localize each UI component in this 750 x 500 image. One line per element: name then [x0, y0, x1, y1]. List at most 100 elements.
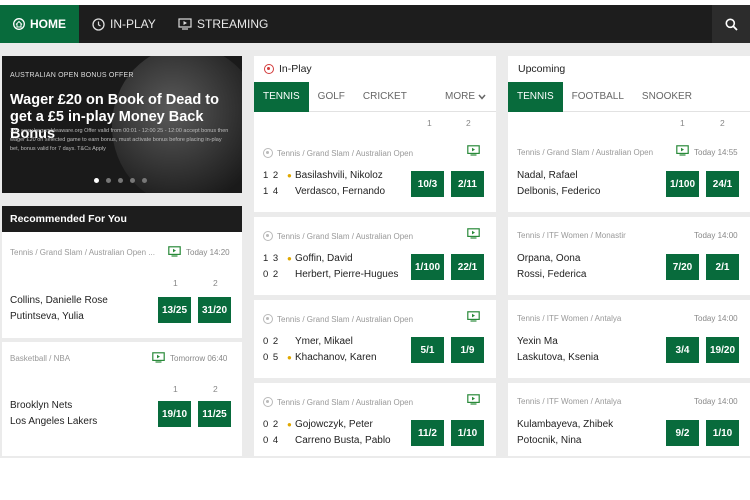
tv-icon [676, 145, 689, 156]
odds-button[interactable]: 1/9 [451, 337, 484, 363]
carousel-dot[interactable] [118, 178, 123, 183]
player-row: 1 2 ● Basilashvili, Nikoloz [263, 170, 383, 181]
score: 0 2 [263, 419, 280, 430]
odds-button[interactable]: 1/100 [411, 254, 444, 280]
odds-button[interactable]: 2/11 [451, 171, 484, 197]
carousel-dot[interactable] [94, 178, 99, 183]
upcoming-title: Upcoming [518, 63, 566, 75]
score: 1 2 [263, 170, 280, 181]
event-path: Tennis / ITF Women / Monastir [517, 231, 626, 240]
serve-indicator: ● [287, 353, 292, 362]
inplay-title: In-Play [279, 63, 312, 75]
recommended-panel: Recommended For You Tennis / Grand Slam … [2, 206, 242, 456]
player-name: Goffin, David [295, 253, 353, 264]
player-name: Carreno Busta, Pablo [295, 435, 391, 446]
odds-button[interactable]: 7/20 [666, 254, 699, 280]
odds-button[interactable]: 19/10 [158, 401, 191, 427]
tab-cricket[interactable]: CRICKET [354, 82, 416, 112]
odds-button[interactable]: 1/10 [451, 420, 484, 446]
event-path: Tennis / Grand Slam / Australian Open [263, 231, 413, 241]
live-icon [263, 397, 273, 407]
odds-button[interactable]: 11/25 [198, 401, 231, 427]
odds-button[interactable]: 22/1 [451, 254, 484, 280]
upcoming-event[interactable]: Tennis / ITF Women / Antalya Today 14:00… [508, 383, 750, 466]
event-path: Basketball / NBA [10, 354, 71, 363]
score: 0 2 [263, 269, 280, 280]
event-time: Tomorrow 06:40 [170, 354, 228, 363]
odds-button[interactable]: 2/1 [706, 254, 739, 280]
search-icon [725, 18, 738, 31]
score: 0 5 [263, 352, 280, 363]
inplay-event[interactable]: Tennis / Grand Slam / Australian Open 0 … [254, 300, 496, 383]
odds-button[interactable]: 10/3 [411, 171, 444, 197]
event-path: Tennis / Grand Slam / Australian Open ..… [10, 248, 155, 257]
score: 1 4 [263, 186, 280, 197]
tv-icon [467, 311, 480, 322]
player-row: 1 4 Verdasco, Fernando [263, 186, 385, 197]
odds-button[interactable]: 11/2 [411, 420, 444, 446]
tv-icon [467, 228, 480, 239]
home-icon [13, 18, 25, 30]
odds-button[interactable]: 19/20 [706, 337, 739, 363]
tab-golf[interactable]: GOLF [309, 82, 354, 112]
odds-button[interactable]: 13/25 [158, 297, 191, 323]
column-headers: 1 2 [427, 118, 471, 128]
event-path: Tennis / ITF Women / Antalya [517, 314, 622, 323]
column-headers: 1 2 [680, 118, 725, 128]
inplay-panel: In-Play TENNIS GOLF CRICKET MORE 1 2 Ten… [254, 56, 496, 456]
player-row: 0 2 ● Gojowczyk, Peter [263, 419, 373, 430]
upcoming-event[interactable]: Tennis / ITF Women / Antalya Today 14:00… [508, 300, 750, 383]
odds-button[interactable]: 31/20 [198, 297, 231, 323]
tab-tennis[interactable]: TENNIS [508, 81, 563, 112]
promo-banner[interactable]: AUSTRALIAN OPEN BONUS OFFER Wager £20 on… [2, 56, 242, 193]
nav-streaming-label: STREAMING [197, 17, 269, 31]
search-button[interactable] [712, 5, 750, 43]
player-name: Kulambayeva, Zhibek [517, 419, 614, 430]
banner-fine-print: 18+ www.begambleaware.org Offer valid fr… [10, 128, 229, 152]
tab-tennis[interactable]: TENNIS [254, 81, 309, 112]
upcoming-panel: Upcoming TENNIS FOOTBALL SNOOKER 1 2 Ten… [508, 56, 750, 456]
nav-home[interactable]: HOME [0, 5, 79, 43]
upcoming-event[interactable]: Tennis / Grand Slam / Australian Open To… [508, 134, 750, 217]
recommended-event[interactable]: Tennis / Grand Slam / Australian Open ..… [2, 232, 242, 338]
player-name: Basilashvili, Nikoloz [295, 170, 383, 181]
player-name: Nadal, Rafael [517, 170, 578, 181]
tv-icon [168, 246, 181, 257]
tab-more[interactable]: MORE [436, 82, 496, 112]
recommended-event[interactable]: Basketball / NBA Tomorrow 06:40 1 2 Broo… [2, 342, 242, 448]
inplay-event[interactable]: Tennis / Grand Slam / Australian Open 0 … [254, 383, 496, 466]
player-name: Rossi, Federica [517, 269, 587, 280]
odds-button[interactable]: 3/4 [666, 337, 699, 363]
odds-button[interactable]: 24/1 [706, 171, 739, 197]
nav-inplay-label: IN-PLAY [110, 17, 156, 31]
odds-button[interactable]: 1/10 [706, 420, 739, 446]
nav-streaming[interactable]: STREAMING [178, 5, 268, 43]
banner-tag: AUSTRALIAN OPEN BONUS OFFER [10, 72, 134, 79]
nav-inplay[interactable]: IN-PLAY [92, 5, 156, 43]
carousel-dot[interactable] [142, 178, 147, 183]
tv-icon [467, 145, 480, 156]
clock-icon [92, 17, 105, 31]
tv-icon [178, 18, 192, 30]
inplay-event[interactable]: Tennis / Grand Slam / Australian Open 1 … [254, 134, 496, 217]
tv-icon [467, 394, 480, 405]
odds-button[interactable]: 1/100 [666, 171, 699, 197]
inplay-event[interactable]: Tennis / Grand Slam / Australian Open 1 … [254, 217, 496, 300]
player-row: 1 3 ● Goffin, David [263, 253, 353, 264]
odds-button[interactable]: 5/1 [411, 337, 444, 363]
column-headers: 1 2 [173, 278, 218, 288]
player-name: Laskutova, Ksenia [517, 352, 599, 363]
player-row: 0 2 Herbert, Pierre-Hugues [263, 269, 398, 280]
carousel-dot[interactable] [106, 178, 111, 183]
upcoming-tabs: TENNIS FOOTBALL SNOOKER [508, 81, 750, 112]
tab-snooker[interactable]: SNOOKER [633, 82, 701, 112]
tab-football[interactable]: FOOTBALL [563, 82, 633, 112]
carousel-dot[interactable] [130, 178, 135, 183]
odds-button[interactable]: 9/2 [666, 420, 699, 446]
event-time: Today 14:00 [694, 314, 738, 323]
player-row: 0 4 Carreno Busta, Pablo [263, 435, 391, 446]
player-name: Delbonis, Federico [517, 186, 601, 197]
tv-icon [152, 352, 165, 363]
upcoming-event[interactable]: Tennis / ITF Women / Monastir Today 14:0… [508, 217, 750, 300]
live-icon [263, 314, 273, 324]
